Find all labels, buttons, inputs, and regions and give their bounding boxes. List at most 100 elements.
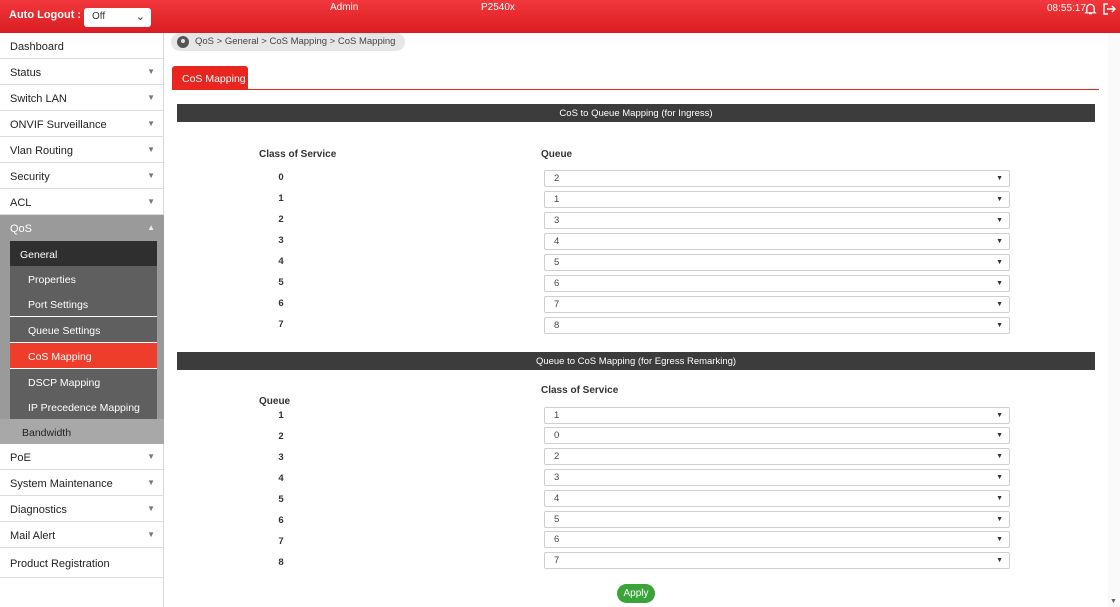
chevron-up-icon: ▲ — [147, 223, 155, 232]
apply-button[interactable]: Apply — [617, 584, 655, 603]
caret-down-icon: ▼ — [996, 238, 1003, 245]
sidebar-item-label: CoS Mapping — [28, 351, 92, 363]
ingress-queue-select-5[interactable]: 6 ▼ — [544, 275, 1010, 292]
ingress-cos-5: 5 — [278, 277, 284, 288]
ingress-queue-select-3[interactable]: 4 ▼ — [544, 233, 1010, 250]
caret-down-icon: ▼ — [996, 301, 1003, 308]
egress-col-queue: Queue — [259, 396, 291, 407]
sidebar-item-security[interactable]: Security ▼ — [0, 163, 164, 189]
sidebar-item-queue-settings[interactable]: Queue Settings — [10, 317, 157, 342]
select-value: 0 — [554, 430, 560, 441]
egress-cos-select-2[interactable]: 2 ▼ — [544, 448, 1010, 465]
select-value: 3 — [554, 215, 560, 226]
sidebar-item-label: General — [20, 249, 58, 261]
egress-cos-select-3[interactable]: 3 ▼ — [544, 469, 1010, 486]
sidebar-item-general[interactable]: General — [10, 241, 157, 266]
sidebar-item-vlan-routing[interactable]: Vlan Routing ▼ — [0, 137, 164, 163]
sidebar-item-label: Bandwidth — [22, 427, 72, 439]
sidebar-item-bandwidth[interactable]: Bandwidth — [0, 419, 164, 444]
egress-cos-select-1[interactable]: 0 ▼ — [544, 427, 1010, 444]
chevron-down-icon: ▼ — [147, 530, 155, 539]
ingress-section-header: CoS to Queue Mapping (for Ingress) — [177, 104, 1095, 122]
sidebar-item-dscp-mapping[interactable]: DSCP Mapping — [10, 369, 157, 394]
chevron-down-icon: ▼ — [147, 93, 155, 102]
ingress-queue-select-4[interactable]: 5 ▼ — [544, 254, 1010, 271]
sidebar-item-dashboard[interactable]: Dashboard — [0, 33, 164, 59]
sidebar-item-properties[interactable]: Properties — [10, 266, 157, 291]
ingress-queue-select-7[interactable]: 8 ▼ — [544, 317, 1010, 334]
ingress-queue-select-2[interactable]: 3 ▼ — [544, 212, 1010, 229]
page-scrollbar[interactable]: ▼ — [1108, 33, 1120, 607]
ingress-queue-select-0[interactable]: 2 ▼ — [544, 170, 1010, 187]
caret-down-icon: ▼ — [996, 516, 1003, 523]
sidebar-item-mail-alert[interactable]: Mail Alert ▼ — [0, 522, 164, 548]
ingress-cos-1: 1 — [278, 193, 284, 204]
select-value: 6 — [554, 278, 560, 289]
chevron-down-icon: ▼ — [147, 145, 155, 154]
caret-down-icon: ▼ — [996, 322, 1003, 329]
select-value: 5 — [554, 257, 560, 268]
auto-logout-select[interactable]: Off ⌄ — [84, 8, 151, 27]
sidebar-item-switch-lan[interactable]: Switch LAN ▼ — [0, 85, 164, 111]
sidebar-item-label: Switch LAN — [10, 93, 67, 105]
bell-icon[interactable] — [1084, 2, 1097, 16]
sidebar-item-label: Diagnostics — [10, 504, 67, 516]
sidebar-item-product-registration[interactable]: Product Registration — [0, 548, 164, 578]
ingress-col-queue: Queue — [541, 149, 573, 160]
select-value: 2 — [554, 451, 560, 462]
select-value: 6 — [554, 534, 560, 545]
tab-underline — [172, 89, 1099, 90]
breadcrumb-text: QoS > General > CoS Mapping > CoS Mappin… — [195, 36, 396, 47]
egress-queue-3: 3 — [278, 452, 284, 463]
location-pin-icon — [177, 36, 189, 48]
egress-cos-select-5[interactable]: 5 ▼ — [544, 511, 1010, 528]
egress-queue-7: 7 — [278, 536, 284, 547]
sidebar-item-label: Security — [10, 171, 50, 183]
sidebar-item-label: Mail Alert — [10, 530, 56, 542]
egress-cos-select-4[interactable]: 4 ▼ — [544, 490, 1010, 507]
sidebar-item-onvif[interactable]: ONVIF Surveillance ▼ — [0, 111, 164, 137]
ingress-cos-0: 0 — [278, 172, 284, 183]
ingress-col-cos: Class of Service — [259, 149, 337, 160]
tab-cos-mapping[interactable]: CoS Mapping — [172, 66, 248, 90]
caret-down-icon: ▼ — [996, 495, 1003, 502]
chevron-down-icon: ▼ — [147, 119, 155, 128]
sidebar-item-label: ACL — [10, 197, 32, 209]
select-value: 7 — [554, 299, 560, 310]
sidebar-item-poe[interactable]: PoE ▼ — [0, 444, 164, 470]
egress-queue-8: 8 — [278, 557, 284, 568]
select-value: 5 — [554, 514, 560, 525]
caret-down-icon: ▼ — [996, 175, 1003, 182]
sidebar-item-label: ONVIF Surveillance — [10, 119, 107, 131]
sidebar-item-label: Product Registration — [10, 558, 110, 570]
egress-cos-select-6[interactable]: 6 ▼ — [544, 531, 1010, 548]
sidebar-item-status[interactable]: Status ▼ — [0, 59, 164, 85]
caret-down-icon: ▼ — [996, 280, 1003, 287]
sidebar-item-ip-precedence-mapping[interactable]: IP Precedence Mapping — [10, 394, 157, 419]
chevron-down-icon: ▼ — [147, 478, 155, 487]
egress-cos-select-0[interactable]: 1 ▼ — [544, 407, 1010, 424]
ingress-queue-select-6[interactable]: 7 ▼ — [544, 296, 1010, 313]
chevron-down-icon: ▼ — [147, 452, 155, 461]
qos-submenu-gutter — [157, 241, 164, 443]
egress-cos-select-7[interactable]: 7 ▼ — [544, 552, 1010, 569]
sidebar-item-label: Vlan Routing — [10, 145, 73, 157]
logout-icon[interactable] — [1102, 2, 1116, 16]
ingress-queue-select-1[interactable]: 1 ▼ — [544, 191, 1010, 208]
sidebar-item-diagnostics[interactable]: Diagnostics ▼ — [0, 496, 164, 522]
sidebar-item-port-settings[interactable]: Port Settings — [10, 291, 157, 316]
egress-queue-1: 1 — [278, 410, 284, 421]
scroll-down-arrow-icon[interactable]: ▼ — [1110, 598, 1117, 605]
breadcrumb: QoS > General > CoS Mapping > CoS Mappin… — [171, 33, 405, 51]
sidebar-item-label: IP Precedence Mapping — [28, 402, 140, 414]
chevron-down-icon: ▼ — [147, 67, 155, 76]
sidebar-item-qos[interactable]: QoS ▲ — [0, 215, 164, 241]
sidebar-item-label: PoE — [10, 452, 31, 464]
egress-queue-2: 2 — [278, 431, 284, 442]
caret-down-icon: ▼ — [996, 217, 1003, 224]
user-name: Admin — [330, 2, 359, 13]
sidebar-item-acl[interactable]: ACL ▼ — [0, 189, 164, 215]
sidebar-item-cos-mapping[interactable]: CoS Mapping — [10, 343, 157, 368]
chevron-down-icon: ▼ — [147, 504, 155, 513]
sidebar-item-system-maintenance[interactable]: System Maintenance ▼ — [0, 470, 164, 496]
